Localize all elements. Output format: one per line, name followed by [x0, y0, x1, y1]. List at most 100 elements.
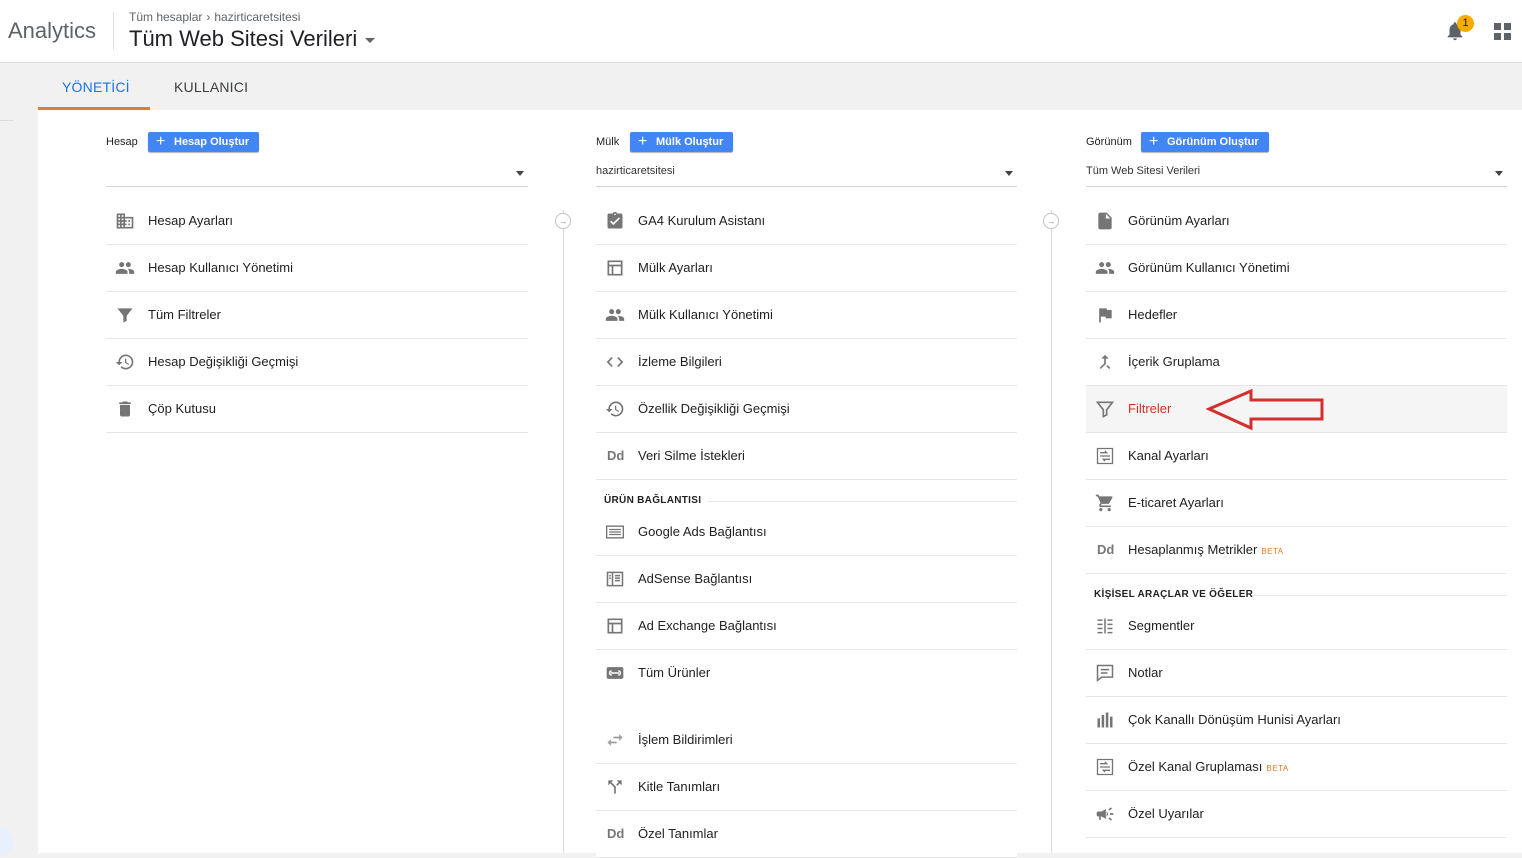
menu-mcf-settings[interactable]: Çok Kanallı Dönüşüm Hunisi Ayarları: [1086, 697, 1507, 744]
menu-all-filters[interactable]: Tüm Filtreler: [106, 292, 528, 339]
menu-label: İzleme Bilgileri: [638, 354, 722, 369]
dropdown-arrow-icon: [516, 171, 524, 176]
menu-property-user-management[interactable]: Mülk Kullanıcı Yönetimi: [596, 292, 1017, 339]
menu-goals[interactable]: Hedefler: [1086, 292, 1507, 339]
menu-label: Veri Silme İstekleri: [638, 448, 745, 463]
menu-label: Ad Exchange Bağlantısı: [638, 618, 777, 633]
menu-content-grouping[interactable]: İçerik Gruplama: [1086, 339, 1507, 386]
create-view-label: Görünüm Oluştur: [1167, 136, 1259, 148]
document-icon: [1098, 212, 1112, 230]
notification-badge: 1: [1457, 15, 1474, 32]
breadcrumb-account[interactable]: hazirticaretsitesi: [214, 10, 300, 24]
view-selected: Tüm Web Sitesi Verileri: [1086, 165, 1201, 177]
menu-label: İşlem Bildirimleri: [638, 732, 733, 747]
property-column-label: Mülk: [596, 136, 620, 148]
menu-label: Kanal Ayarları: [1128, 448, 1209, 463]
menu-account-user-management[interactable]: Hesap Kullanıcı Yönetimi: [106, 245, 528, 292]
section-personal-tools: KİŞİSEL ARAÇLAR VE ÖĞELER: [1094, 589, 1254, 600]
menu-custom-definitions[interactable]: Dd Özel Tanımlar: [596, 811, 1017, 858]
menu-label: GA4 Kurulum Asistanı: [638, 213, 766, 228]
breadcrumb[interactable]: Tüm hesaplar › hazirticaretsitesi: [129, 10, 300, 24]
menu-label: İçerik Gruplama: [1128, 354, 1220, 369]
menu-label: Çöp Kutusu: [148, 401, 216, 416]
menu-label: Özel Tanımlar: [638, 826, 718, 841]
create-property-label: Mülk Oluştur: [656, 136, 724, 148]
bars-icon: [1097, 712, 1113, 728]
menu-label: Hesaplanmış Metrikler: [1128, 542, 1258, 557]
menu-label-with-badge: Hesaplanmış Metrikler BETA: [1128, 542, 1284, 557]
menu-label: Mülk Ayarları: [638, 260, 713, 275]
property-selector[interactable]: hazirticaretsitesi: [596, 162, 1017, 187]
menu-ad-exchange-linking[interactable]: Ad Exchange Bağlantısı: [596, 603, 1017, 650]
app-name[interactable]: Analytics: [8, 18, 96, 44]
beta-badge: BETA: [1266, 764, 1289, 773]
tab-admin[interactable]: YÖNETİCİ: [62, 79, 130, 95]
menu-custom-alerts[interactable]: Özel Uyarılar: [1086, 791, 1507, 838]
menu-segments[interactable]: Segmentler: [1086, 603, 1507, 650]
fork-icon: [608, 780, 622, 794]
create-property-button[interactable]: + Mülk Oluştur: [630, 132, 734, 152]
account-selector[interactable]: [106, 162, 528, 187]
menu-account-change-history[interactable]: Hesap Değişikliği Geçmişi: [106, 339, 528, 386]
menu-view-user-management[interactable]: Görünüm Kullanıcı Yönetimi: [1086, 245, 1507, 292]
menu-label: E-ticaret Ayarları: [1128, 495, 1224, 510]
merge-icon: [1099, 354, 1111, 370]
menu-label: Çok Kanallı Dönüşüm Hunisi Ayarları: [1128, 712, 1341, 727]
tab-user[interactable]: KULLANICI: [174, 79, 248, 95]
top-bar: Analytics Tüm hesaplar › hazirticaretsites…: [0, 0, 1522, 63]
plus-icon: +: [156, 133, 166, 150]
menu-adsense-linking[interactable]: AdSense Bağlantısı: [596, 556, 1017, 603]
trash-icon: [119, 401, 131, 417]
menu-label: Özel Kanal Gruplaması: [1128, 759, 1263, 774]
menu-ecommerce-settings[interactable]: E-ticaret Ayarları: [1086, 480, 1507, 527]
left-nav-strip: [0, 110, 38, 853]
code-icon: [606, 357, 624, 367]
menu-label: Filtreler: [1128, 401, 1172, 416]
view-selector[interactable]: Tüm Web Sitesi Verileri: [129, 26, 376, 52]
menu-notes[interactable]: Notlar: [1086, 650, 1507, 697]
breadcrumb-root[interactable]: Tüm hesaplar: [129, 10, 202, 24]
section-product-linking: ÜRÜN BAĞLANTISI: [604, 495, 702, 506]
dropdown-arrow-icon: [1005, 171, 1013, 176]
menu-calculated-metrics[interactable]: Dd Hesaplanmış Metrikler BETA: [1086, 527, 1507, 574]
history-icon: [605, 401, 624, 417]
menu-label: Notlar: [1128, 665, 1163, 680]
caret-down-icon: [365, 37, 376, 43]
menu-ga4-setup-assistant[interactable]: GA4 Kurulum Asistanı: [596, 198, 1017, 245]
view-selector-dropdown[interactable]: Tüm Web Sitesi Verileri: [1086, 162, 1507, 187]
plus-icon: +: [638, 133, 648, 150]
menu-label: Hesap Kullanıcı Yönetimi: [148, 260, 294, 275]
menu-channel-settings[interactable]: Kanal Ayarları: [1086, 433, 1507, 480]
chevron-right-icon: ›: [206, 10, 211, 24]
menu-label: AdSense Bağlantısı: [638, 571, 753, 586]
menu-label: Tüm Filtreler: [148, 307, 221, 322]
dd-icon: Dd: [607, 826, 625, 841]
column-separator: [1051, 210, 1052, 853]
menu-all-products[interactable]: Tüm Ürünler: [596, 650, 1017, 706]
layout-icon: [607, 260, 623, 276]
menu-label: Görünüm Ayarları: [1128, 213, 1230, 228]
menu-label: Kitle Tanımları: [638, 779, 721, 794]
section-divider: [708, 501, 1017, 502]
menu-label: Özel Uyarılar: [1128, 806, 1204, 821]
header-divider: [113, 12, 114, 50]
apps-grid-icon[interactable]: [1494, 23, 1512, 41]
menu-google-ads-linking[interactable]: Google Ads Bağlantısı: [596, 509, 1017, 556]
admin-tabs: YÖNETİCİ KULLANICI: [0, 63, 1522, 110]
channel-icon: [1096, 447, 1114, 465]
menu-account-settings[interactable]: Hesap Ayarları: [106, 198, 528, 245]
menu-tracking-info[interactable]: İzleme Bilgileri: [596, 339, 1017, 386]
menu-audience-definitions[interactable]: Kitle Tanımları: [596, 764, 1017, 811]
menu-data-deletion-requests[interactable]: Dd Veri Silme İstekleri: [596, 433, 1017, 480]
create-view-button[interactable]: + Görünüm Oluştur: [1141, 132, 1269, 152]
menu-custom-channel-grouping[interactable]: Özel Kanal Gruplaması BETA: [1086, 744, 1507, 791]
menu-property-change-history[interactable]: Özellik Değişikliği Geçmişi: [596, 386, 1017, 433]
link-icon: [606, 667, 624, 679]
create-account-button[interactable]: + Hesap Oluştur: [148, 132, 260, 152]
menu-trash[interactable]: Çöp Kutusu: [106, 386, 528, 433]
menu-label: Google Ads Bağlantısı: [638, 524, 767, 539]
menu-property-settings[interactable]: Mülk Ayarları: [596, 245, 1017, 292]
menu-transaction-notifications[interactable]: İşlem Bildirimleri: [596, 717, 1017, 764]
beta-badge: BETA: [1261, 547, 1284, 556]
menu-view-settings[interactable]: Görünüm Ayarları: [1086, 198, 1507, 245]
